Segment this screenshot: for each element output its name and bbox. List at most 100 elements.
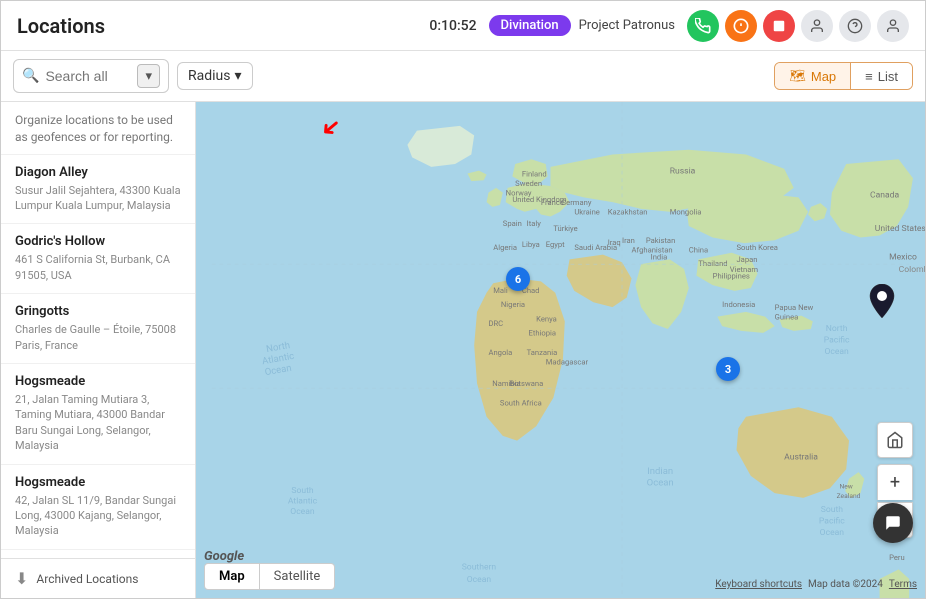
location-address: Charles de Gaulle – Étoile, 75008 Paris,… (15, 322, 181, 353)
svg-text:Ethiopia: Ethiopia (529, 329, 557, 338)
svg-text:Ocean: Ocean (824, 347, 849, 357)
search-input[interactable] (45, 68, 135, 84)
svg-text:Pacific: Pacific (819, 517, 845, 527)
svg-text:Australia: Australia (784, 453, 818, 463)
archived-locations-button[interactable]: ⬇ Archived Locations (1, 558, 195, 598)
svg-text:Italy: Italy (527, 219, 542, 228)
svg-text:Mexico: Mexico (889, 252, 917, 262)
world-map: North Atlantic Ocean South Atlantic Ocea… (196, 102, 925, 598)
map-attribution: Keyboard shortcuts Map data ©2024 Terms (715, 579, 917, 590)
location-address: 461 S California St, Burbank, CA 91505, … (15, 252, 181, 283)
svg-text:China: China (689, 246, 708, 255)
list-view-icon: ≡ (865, 69, 873, 84)
archive-label: Archived Locations (36, 572, 138, 586)
svg-text:Indonesia: Indonesia (722, 300, 755, 309)
map-tab-map[interactable]: Map (204, 563, 260, 590)
search-dropdown-button[interactable]: ▾ (137, 64, 160, 88)
location-address: Susur Jalil Sejahtera, 43300 Kuala Lumpu… (15, 183, 181, 214)
svg-text:Türkiye: Türkiye (553, 224, 577, 233)
map-expand-button[interactable] (877, 422, 913, 458)
svg-text:Ukraine: Ukraine (574, 208, 599, 217)
location-address: 42, Jalan SL 11/9, Bandar Sungai Long, 4… (15, 493, 181, 539)
google-logo: Google (204, 549, 244, 564)
svg-text:Thailand: Thailand (698, 259, 727, 268)
notifications-button[interactable] (877, 10, 909, 42)
radius-button[interactable]: Radius ▾ (177, 62, 253, 90)
search-icon: 🔍 (22, 68, 39, 84)
svg-text:DRC: DRC (488, 319, 503, 328)
help-button[interactable] (839, 10, 871, 42)
map-marker-3[interactable]: 3 (716, 357, 740, 381)
radius-label: Radius (188, 68, 231, 84)
map-tabs: Map Satellite (204, 563, 335, 590)
list-view-button[interactable]: ≡ List (851, 63, 912, 89)
view-toggle: 🗺 Map ≡ List (774, 62, 913, 90)
terms-link[interactable]: Terms (889, 579, 917, 590)
keyboard-shortcuts[interactable]: Keyboard shortcuts (715, 579, 802, 590)
svg-text:Norway: Norway (506, 188, 532, 197)
project-label: Project Patronus (579, 18, 675, 33)
green-action-button[interactable] (687, 10, 719, 42)
svg-text:Sweden: Sweden (515, 179, 542, 188)
location-name: Gringotts (15, 304, 181, 319)
svg-text:Ocean: Ocean (820, 528, 845, 538)
list-item[interactable]: Godric's Hollow 461 S California St, Bur… (1, 224, 195, 294)
svg-text:North: North (826, 324, 848, 334)
svg-text:Guinea: Guinea (775, 312, 799, 321)
zoom-in-button[interactable]: + (877, 464, 913, 500)
svg-text:Nigeria: Nigeria (501, 300, 525, 309)
svg-text:Angola: Angola (488, 348, 512, 357)
svg-text:Japan: Japan (736, 255, 757, 264)
map-view-label: Map (811, 69, 836, 84)
svg-text:South: South (821, 505, 844, 515)
list-item[interactable]: Gringotts Charles de Gaulle – Étoile, 75… (1, 294, 195, 364)
user-button[interactable] (801, 10, 833, 42)
svg-text:Ocean: Ocean (290, 507, 315, 517)
svg-text:Egypt: Egypt (546, 240, 565, 249)
map-data: Map data ©2024 (808, 579, 883, 590)
radius-dropdown-icon: ▾ (234, 68, 241, 84)
list-view-label: List (878, 69, 898, 84)
map-view-icon: 🗺 (789, 68, 806, 84)
red-stop-button[interactable] (763, 10, 795, 42)
svg-text:South Africa: South Africa (500, 398, 542, 407)
svg-text:Zealand: Zealand (837, 492, 861, 500)
svg-text:New: New (840, 482, 853, 490)
svg-text:Philippines: Philippines (713, 271, 750, 280)
svg-text:South Korea: South Korea (736, 243, 777, 252)
svg-text:South: South (291, 486, 314, 496)
svg-text:Madagascar: Madagascar (546, 357, 589, 366)
svg-text:Spain: Spain (503, 219, 522, 228)
map-view-button[interactable]: 🗺 Map (775, 63, 851, 89)
orange-action-button[interactable] (725, 10, 757, 42)
svg-text:Papua New: Papua New (775, 303, 814, 312)
svg-text:Colombia: Colombia (899, 265, 925, 275)
svg-text:Peru: Peru (889, 553, 905, 562)
divination-badge: Divination (489, 15, 571, 36)
location-name: Diagon Alley (15, 165, 181, 180)
list-item[interactable]: Hogsmeade 21, Jalan Taming Mutiara 3, Ta… (1, 364, 195, 465)
svg-text:Russia: Russia (670, 167, 696, 177)
list-item[interactable]: Hogsmeade 42, Jalan SL 11/9, Bandar Sung… (1, 465, 195, 550)
map-tab-satellite[interactable]: Satellite (260, 563, 336, 590)
svg-text:Canada: Canada (870, 190, 899, 200)
archive-icon: ⬇ (15, 569, 28, 588)
locations-list: Diagon Alley Susur Jalil Sejahtera, 4330… (1, 155, 195, 558)
svg-text:Kazakhstan: Kazakhstan (608, 208, 648, 217)
list-item[interactable]: Diagon Alley Susur Jalil Sejahtera, 4330… (1, 155, 195, 225)
chat-button[interactable] (873, 503, 913, 543)
svg-text:Mali: Mali (493, 286, 508, 295)
location-name: Godric's Hollow (15, 234, 181, 249)
svg-text:Libya: Libya (522, 240, 540, 249)
svg-text:Ocean: Ocean (647, 477, 674, 488)
svg-text:Iraq: Iraq (608, 238, 621, 247)
svg-text:Ocean: Ocean (467, 575, 492, 585)
svg-text:Algeria: Algeria (493, 243, 517, 252)
map-marker-us[interactable] (868, 284, 896, 318)
svg-text:United States: United States (875, 224, 925, 234)
svg-text:Pacific: Pacific (824, 335, 850, 345)
svg-text:Kenya: Kenya (536, 314, 557, 323)
search-container: 🔍 ▾ (13, 59, 169, 93)
map-area[interactable]: North Atlantic Ocean South Atlantic Ocea… (196, 102, 925, 598)
map-marker-6[interactable]: 6 (506, 267, 530, 291)
